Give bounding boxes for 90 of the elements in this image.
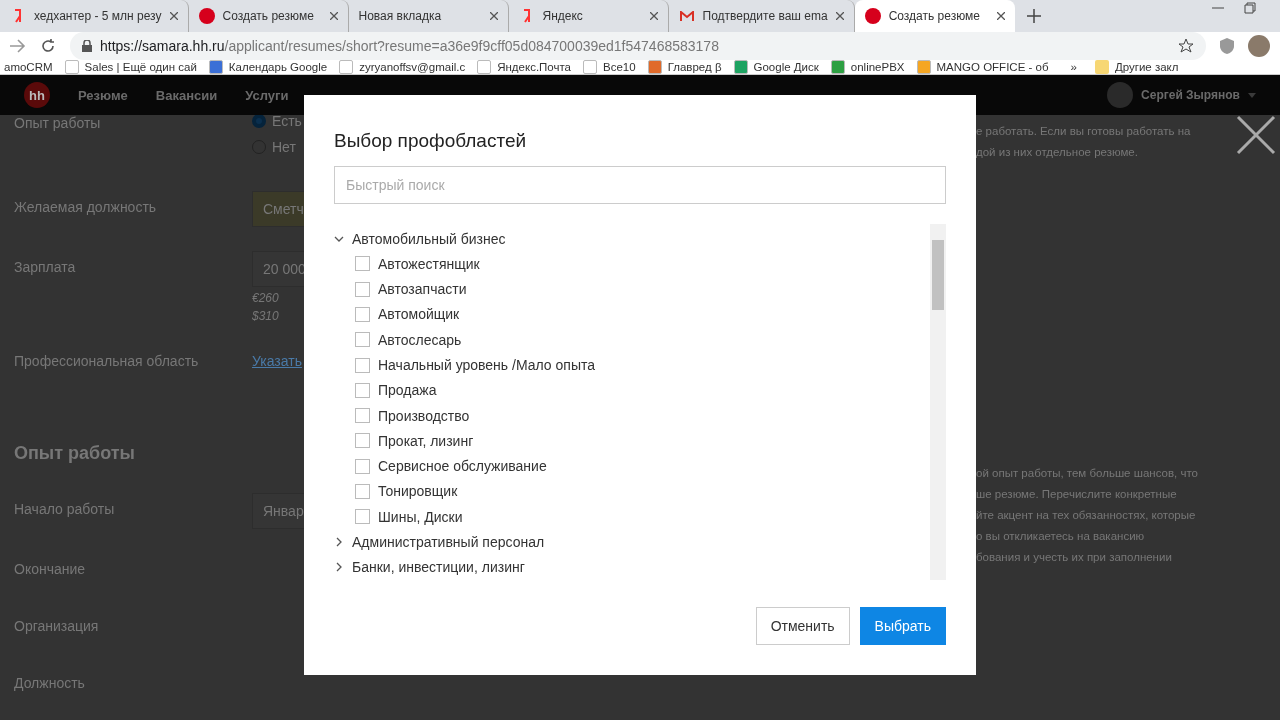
checkbox[interactable] [355, 382, 370, 398]
bookmark[interactable]: Google Диск [733, 60, 819, 74]
checkbox-item[interactable]: Прокат, лизинг [334, 428, 930, 454]
forward-icon[interactable] [10, 39, 26, 53]
select-button[interactable]: Выбрать [859, 607, 946, 645]
bookmark-icon [733, 60, 748, 74]
bookmark[interactable]: Главред β [647, 60, 722, 74]
checkbox[interactable] [355, 433, 370, 449]
form-label: Профессиональная область [14, 352, 200, 369]
checkbox[interactable] [355, 281, 370, 297]
close-icon[interactable] [489, 12, 498, 20]
checkbox[interactable] [355, 332, 370, 348]
chevron-icon[interactable] [334, 562, 344, 573]
plus-icon[interactable] [1026, 9, 1041, 23]
folder-icon [1094, 60, 1109, 74]
bookmark[interactable]: Календарь Google [208, 60, 328, 74]
bookmark[interactable]: Sales | Ещё один сай [64, 60, 197, 74]
browser-tab[interactable]: Создать резюме [854, 0, 1015, 32]
search-field[interactable]: Быстрый поиск [334, 166, 946, 204]
bookmark-icon [916, 60, 931, 74]
checkbox[interactable] [355, 408, 370, 424]
scrollbar[interactable] [930, 224, 946, 580]
mail-icon [678, 8, 695, 24]
checkbox-item[interactable]: Автомойщик [334, 301, 930, 328]
close-icon[interactable] [649, 12, 658, 20]
dialog-title: Выбор профобластей [334, 130, 528, 152]
checkbox[interactable] [355, 357, 370, 373]
avatar-icon[interactable] [1248, 35, 1270, 57]
checkbox-item[interactable]: Тонировщик [334, 478, 930, 505]
checkbox[interactable] [355, 256, 370, 272]
checkbox-item[interactable]: Шины, Диски [334, 504, 930, 530]
bookmark-icon [208, 60, 223, 74]
reload-icon[interactable] [40, 38, 56, 54]
cancel-button[interactable]: Отменить [755, 607, 850, 645]
lock-icon [82, 40, 92, 52]
checkbox[interactable] [355, 483, 370, 499]
form-label: Окончание [14, 560, 87, 577]
form-label: Начало работы [14, 500, 116, 517]
address-bar[interactable]: https://samara.hh.ru/applicant/resumes/short?resume=a36e9f9cff05d084700039ed1f547468583178 [70, 32, 1206, 60]
checkbox-item[interactable]: Начальный уровень /Мало опыта [334, 352, 930, 378]
bookmark-folder[interactable]: Другие закл [1094, 60, 1179, 74]
checkbox-item[interactable]: Продажа [334, 377, 930, 403]
site-logo[interactable]: hh [24, 82, 50, 108]
bookmark-icon [647, 60, 662, 74]
chevron-icon[interactable] [334, 537, 344, 547]
bookmark[interactable]: zyryanoffsv@gmail.c [339, 60, 466, 74]
nav-link[interactable]: Услуги [245, 87, 289, 103]
form-label: Опыт работы [14, 115, 102, 131]
hint-text: ой опыт работы, тем больше шансов, что ше резюме. Перечислите конкретные йте акцент на тех обязанностях, которые о вы откликаетесь на вакансию бования и учесть их при заполнении [976, 466, 1198, 565]
restore-icon[interactable] [1244, 2, 1256, 14]
category-item[interactable]: Автомобильный бизнес [334, 226, 930, 252]
close-button[interactable] [1236, 115, 1276, 155]
checkbox[interactable] [355, 458, 370, 474]
shield-icon[interactable] [1220, 38, 1234, 54]
form-label: Организация [14, 617, 100, 634]
category-item[interactable]: Банки, инвестиции, лизинг [334, 554, 930, 580]
star-icon[interactable] [1178, 38, 1194, 54]
bookmark[interactable]: amoCRM [4, 61, 53, 73]
hint-text: е работать. Если вы готовы работать на дой из них отдельное резюме. [976, 124, 1191, 160]
nav-link[interactable]: Вакансии [155, 87, 218, 103]
nav-link[interactable]: Резюме [78, 87, 128, 103]
checkbox-item[interactable]: Автозапчасти [334, 276, 930, 302]
currency-note: €260 [252, 291, 280, 305]
site-icon [864, 8, 881, 24]
avatar-icon [1107, 82, 1134, 108]
user-menu[interactable]: Сергей Зырянов [1107, 82, 1256, 108]
checkbox[interactable] [355, 307, 370, 322]
checkbox-item[interactable]: Сервисное обслуживание [334, 453, 930, 479]
currency-note: $310 [252, 309, 280, 323]
bookmark[interactable]: Яндекс.Почта [477, 60, 572, 74]
form-label: Должность [14, 674, 86, 691]
caret-icon [1248, 92, 1256, 98]
bookmark-icon [830, 60, 845, 74]
checkbox[interactable] [355, 509, 370, 525]
bookmark[interactable]: Все10 [583, 60, 636, 74]
bookmark[interactable]: MANGO OFFICE - об [916, 60, 1049, 74]
checkbox-item[interactable]: Автослесарь [334, 327, 930, 353]
close-icon[interactable] [996, 12, 1005, 20]
section-heading: Опыт работы [14, 442, 135, 464]
form-label: Желаемая должность [14, 198, 158, 215]
bookmark[interactable]: onlinePBX [830, 60, 905, 74]
checkbox-item[interactable]: Производство [334, 402, 930, 429]
site-icon [198, 8, 215, 24]
checkbox-item[interactable]: Автожестянщик [334, 251, 930, 277]
close-icon[interactable] [835, 12, 844, 20]
more-bookmarks-button[interactable]: » [1070, 61, 1077, 73]
close-icon[interactable] [329, 12, 338, 20]
close-icon[interactable] [169, 12, 178, 20]
category-item[interactable]: Административный персонал [334, 529, 930, 555]
form-label: Зарплата [14, 258, 77, 275]
